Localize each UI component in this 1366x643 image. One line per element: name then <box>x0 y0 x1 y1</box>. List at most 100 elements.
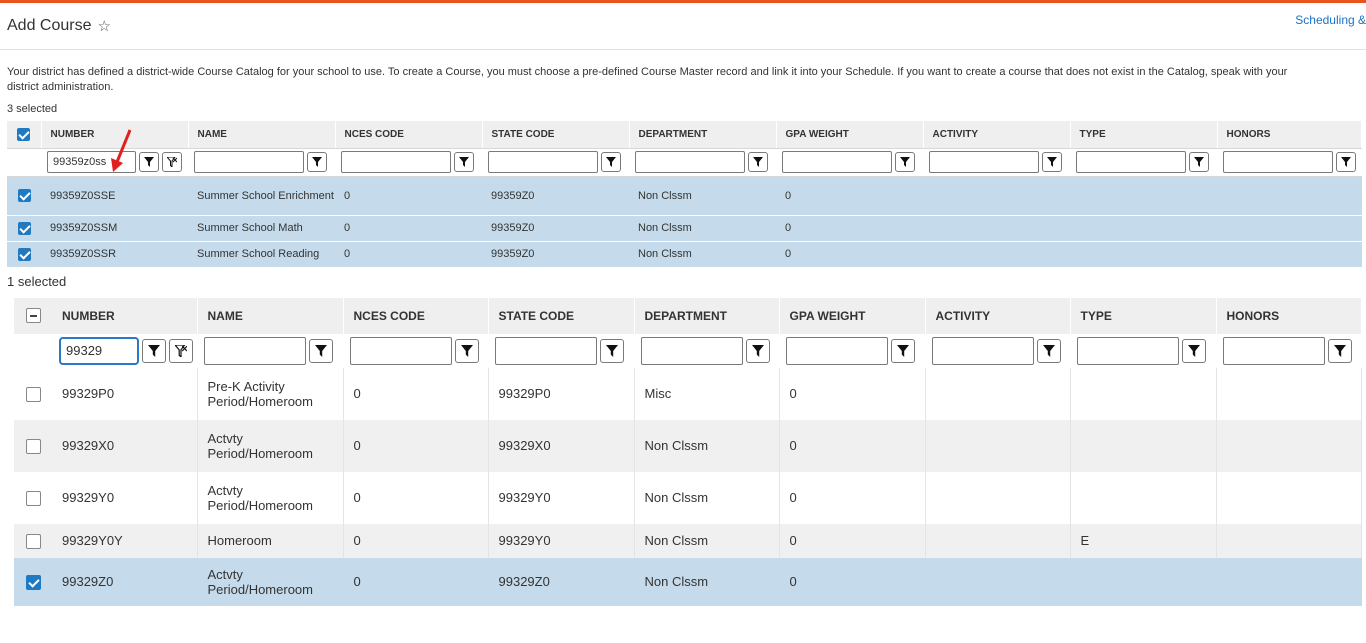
honors-filter-input[interactable] <box>1223 151 1333 173</box>
cell-honors <box>1217 241 1362 268</box>
cell-gpa-weight: 0 <box>776 241 923 268</box>
filter-icon[interactable] <box>309 338 333 363</box>
table-row[interactable]: 99329P0 Pre-K Activity Period/Homeroom 0… <box>14 367 1362 420</box>
clear-filter-icon[interactable] <box>162 152 182 172</box>
intro-text: Your district has defined a district-wid… <box>7 66 1288 93</box>
type-filter-input[interactable] <box>1077 336 1179 365</box>
table-row[interactable]: 99359Z0SSM Summer School Math 0 99359Z0 … <box>7 215 1362 242</box>
table-row[interactable]: 99329Z0 Actvty Period/Homeroom 0 99329Z0… <box>14 557 1362 606</box>
filter-icon[interactable] <box>746 338 770 363</box>
filter-icon[interactable] <box>1328 338 1352 363</box>
filter-icon[interactable] <box>1189 152 1209 172</box>
state-code-filter-input[interactable] <box>495 336 597 365</box>
row-checkbox[interactable] <box>17 189 31 202</box>
column-header-number[interactable]: NUMBER <box>52 297 198 334</box>
column-header-gpa-weight[interactable]: GPA WEIGHT <box>779 297 926 334</box>
row-checkbox[interactable] <box>25 574 41 590</box>
filter-icon[interactable] <box>1182 338 1206 363</box>
cell-state-code: 99329Y0 <box>488 471 635 524</box>
star-outline-icon[interactable]: ☆ <box>98 17 111 35</box>
cell-honors <box>1216 419 1362 472</box>
scheduling-link[interactable]: Scheduling & <box>1295 13 1366 27</box>
cell-state-code: 99359Z0 <box>482 176 629 216</box>
row-checkbox[interactable] <box>25 386 41 402</box>
table-row[interactable]: 99329Y0Y Homeroom 0 99329Y0 Non Clssm 0 … <box>14 523 1362 558</box>
column-header-honors[interactable]: HONORS <box>1216 297 1362 334</box>
table-row[interactable]: 99359Z0SSE Summer School Enrichment 0 99… <box>7 176 1362 216</box>
filter-icon[interactable] <box>454 152 474 172</box>
table-row[interactable]: 99329X0 Actvty Period/Homeroom 0 99329X0… <box>14 419 1362 472</box>
cell-type <box>1070 557 1217 606</box>
number-filter-input[interactable] <box>59 336 139 365</box>
select-all-checkbox[interactable] <box>7 121 42 149</box>
column-header-name[interactable]: NAME <box>197 297 344 334</box>
department-filter-input[interactable] <box>641 336 743 365</box>
filter-icon[interactable] <box>455 338 479 363</box>
clear-filter-icon[interactable] <box>169 338 193 363</box>
department-filter-input[interactable] <box>635 151 745 173</box>
cell-activity <box>925 523 1071 558</box>
cell-type <box>1070 419 1217 472</box>
filter-icon[interactable] <box>891 338 915 363</box>
column-header-gpa-weight[interactable]: GPA WEIGHT <box>776 121 924 149</box>
column-header-type[interactable]: TYPE <box>1070 121 1218 149</box>
cell-number: 99329X0 <box>52 419 198 472</box>
cell-number: 99359Z0SSM <box>41 215 188 242</box>
cell-nces-code: 0 <box>343 557 489 606</box>
column-header-nces-code[interactable]: NCES CODE <box>335 121 483 149</box>
column-header-type[interactable]: TYPE <box>1070 297 1217 334</box>
select-all-checkbox[interactable] <box>14 297 52 334</box>
cell-state-code: 99329P0 <box>488 367 635 420</box>
filter-icon[interactable] <box>1037 338 1061 363</box>
state-code-filter-input[interactable] <box>488 151 598 173</box>
row-checkbox[interactable] <box>17 221 31 235</box>
honors-filter-input[interactable] <box>1223 336 1325 365</box>
cell-nces-code: 0 <box>343 419 489 472</box>
column-header-department[interactable]: DEPARTMENT <box>634 297 780 334</box>
cell-honors <box>1216 523 1362 558</box>
name-filter-input[interactable] <box>204 336 306 365</box>
table2-selected-count: 1 selected <box>7 273 67 289</box>
nces-code-filter-input[interactable] <box>350 336 452 365</box>
cell-nces-code: 0 <box>343 471 489 524</box>
filter-icon[interactable] <box>895 152 915 172</box>
cell-gpa-weight: 0 <box>779 523 926 558</box>
column-header-honors[interactable]: HONORS <box>1217 121 1362 149</box>
activity-filter-input[interactable] <box>929 151 1039 173</box>
nces-code-filter-input[interactable] <box>341 151 451 173</box>
column-header-state-code[interactable]: STATE CODE <box>482 121 630 149</box>
filter-icon[interactable] <box>139 152 159 172</box>
cell-department: Non Clssm <box>629 241 776 268</box>
row-checkbox[interactable] <box>25 438 41 454</box>
column-header-state-code[interactable]: STATE CODE <box>488 297 635 334</box>
cell-nces-code: 0 <box>335 241 482 268</box>
column-header-department[interactable]: DEPARTMENT <box>629 121 777 149</box>
cell-activity <box>923 176 1070 216</box>
activity-filter-input[interactable] <box>932 336 1034 365</box>
name-filter-input[interactable] <box>194 151 304 173</box>
cell-type <box>1070 367 1217 420</box>
filter-icon[interactable] <box>1336 152 1356 172</box>
filter-icon[interactable] <box>307 152 327 172</box>
filter-icon[interactable] <box>748 152 768 172</box>
row-checkbox[interactable] <box>25 533 41 549</box>
column-header-activity[interactable]: ACTIVITY <box>923 121 1071 149</box>
filter-icon[interactable] <box>601 152 621 172</box>
gpa-weight-filter-input[interactable] <box>782 151 892 173</box>
column-header-name[interactable]: NAME <box>188 121 336 149</box>
cell-type <box>1070 241 1217 268</box>
gpa-weight-filter-input[interactable] <box>786 336 888 365</box>
filter-icon[interactable] <box>600 338 624 363</box>
column-header-nces-code[interactable]: NCES CODE <box>343 297 489 334</box>
table-row[interactable]: 99329Y0 Actvty Period/Homeroom 0 99329Y0… <box>14 471 1362 524</box>
type-filter-input[interactable] <box>1076 151 1186 173</box>
column-header-activity[interactable]: ACTIVITY <box>925 297 1071 334</box>
page-header: Add Course ☆ Scheduling & <box>0 3 1366 50</box>
filter-icon[interactable] <box>142 338 166 363</box>
row-checkbox[interactable] <box>25 490 41 506</box>
filter-icon[interactable] <box>1042 152 1062 172</box>
row-checkbox[interactable] <box>17 247 31 261</box>
cell-name: Actvty Period/Homeroom <box>197 471 344 524</box>
table-row[interactable]: 99359Z0SSR Summer School Reading 0 99359… <box>7 241 1362 268</box>
cell-gpa-weight: 0 <box>776 176 923 216</box>
